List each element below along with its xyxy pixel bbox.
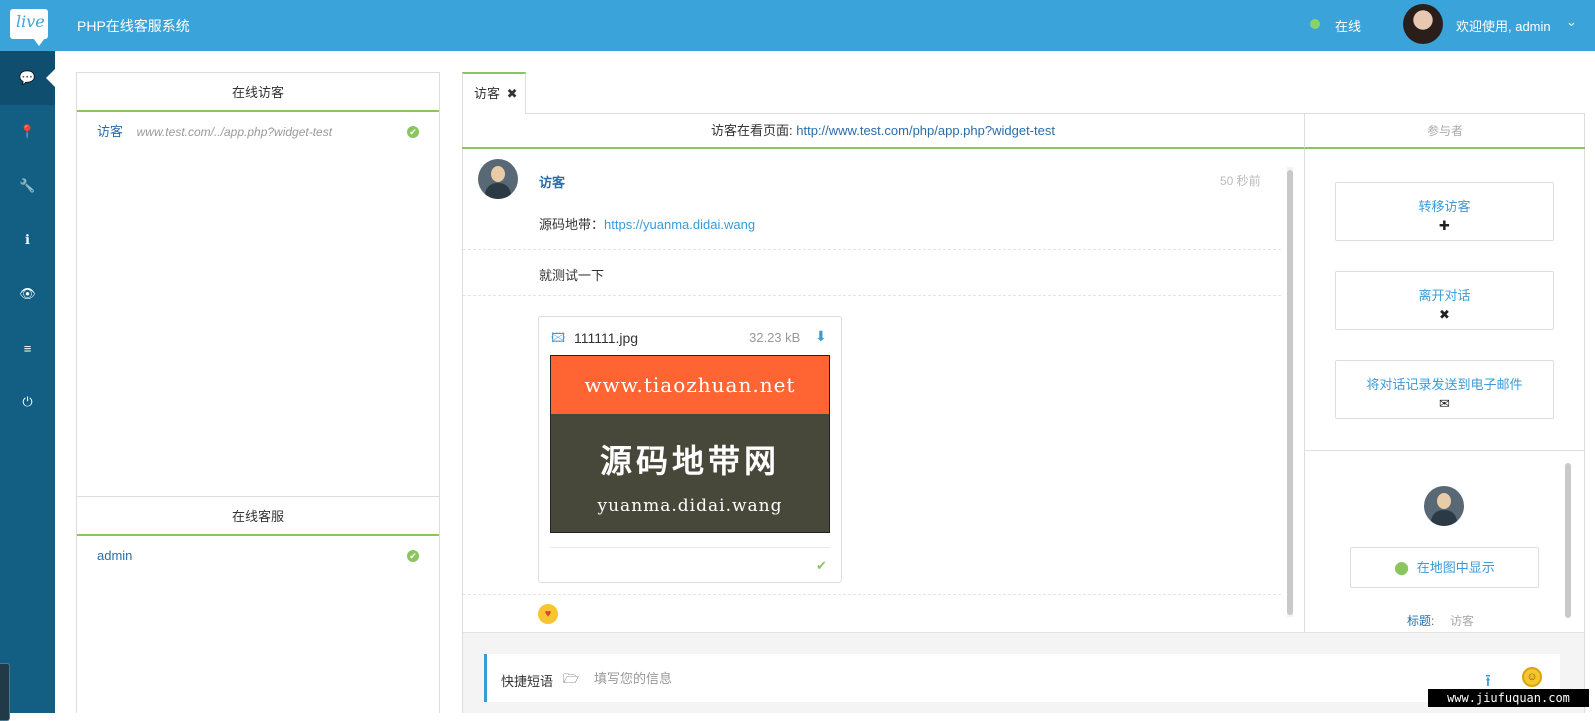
- check-circle-icon: ✔: [407, 126, 419, 138]
- message-prefix: 源码地带：: [539, 217, 605, 232]
- online-visitors-panel: 在线访客 访客 www.test.com/../app.php?widget-t…: [76, 72, 440, 497]
- logo-text: live: [16, 12, 45, 31]
- file-name[interactable]: 111111.jpg: [574, 330, 638, 346]
- folder-open-icon[interactable]: 🗁: [563, 670, 579, 692]
- close-icon: ✖: [1439, 307, 1450, 322]
- envelope-icon: ✉: [1439, 396, 1450, 411]
- visitor-url: www.test.com/../app.php?widget-test: [136, 125, 333, 139]
- image-bottom: 源码地带网 yuanma.didai.wang: [551, 414, 829, 532]
- top-bar: live PHP在线客服系统 在线 欢迎使用, admin ⌄: [0, 0, 1595, 51]
- check-circle-icon: ✔: [407, 550, 419, 562]
- show-on-map-label: 在地图中显示: [1416, 560, 1495, 575]
- file-size: 32.23 kB: [749, 330, 801, 345]
- sidebar-item-watch[interactable]: 👁: [0, 267, 55, 321]
- info-scrollbar-thumb[interactable]: [1565, 463, 1571, 618]
- sidebar-item-logout[interactable]: ⏻: [0, 375, 55, 429]
- transfer-visitor-label: 转移访客: [1418, 199, 1471, 214]
- sidebar-item-info[interactable]: ℹ: [0, 213, 55, 267]
- app-logo[interactable]: live: [10, 9, 48, 46]
- message-divider: [463, 249, 1281, 250]
- online-visitors-title: 在线访客: [77, 73, 439, 112]
- participants-header: 参与者: [1304, 113, 1585, 149]
- image-big-text: 源码地带网: [599, 442, 780, 480]
- download-icon[interactable]: ⬇: [815, 328, 827, 345]
- map-marker-icon: ⬤: [1394, 560, 1409, 575]
- tab-label: 访客: [474, 86, 501, 101]
- user-avatar[interactable]: [1403, 4, 1443, 44]
- visitor-viewing-bar: 访客在看页面: http://www.test.com/php/app.php?…: [462, 113, 1304, 149]
- image-file-icon: 🖾: [551, 330, 566, 345]
- online-status-text[interactable]: 在线: [1335, 16, 1361, 35]
- email-transcript-label: 将对话记录发送到电子邮件: [1366, 377, 1523, 392]
- visitor-name[interactable]: 访客: [97, 124, 123, 139]
- sidebar-item-chat[interactable]: 💬: [0, 51, 55, 105]
- message-input[interactable]: [594, 664, 1374, 692]
- file-divider: [550, 547, 830, 548]
- info-icon: ℹ: [25, 232, 30, 247]
- message-link[interactable]: https://yuanma.didai.wang: [604, 217, 755, 232]
- chat-scrollbar-thumb[interactable]: [1287, 170, 1293, 615]
- visitor-list-item[interactable]: 访客 www.test.com/../app.php?widget-test ✔: [77, 112, 439, 152]
- operator-list-item[interactable]: admin ✔: [77, 536, 439, 576]
- visitor-title-label: 标题:: [1407, 614, 1435, 628]
- plus-icon: ✚: [1439, 218, 1450, 233]
- check-icon: ✔: [816, 558, 827, 573]
- visitor-info-avatar: [1424, 486, 1464, 526]
- sidebar-item-map[interactable]: 📍: [0, 105, 55, 159]
- sidebar: 💬 📍 🔧 ℹ 👁 ≡ ⏻: [0, 51, 55, 721]
- visitor-title-value: 访客: [1450, 614, 1475, 628]
- show-on-map-button[interactable]: ⬤ 在地图中显示: [1350, 547, 1539, 588]
- chevron-down-icon[interactable]: ⌄: [1566, 14, 1577, 30]
- watermark: www.jiufuquan.com: [1428, 689, 1589, 707]
- welcome-text[interactable]: 欢迎使用, admin: [1456, 16, 1551, 35]
- list-icon: ≡: [23, 340, 32, 356]
- file-attachment-card: 🖾 111111.jpg 32.23 kB ⬇ www.tiaozhuan.ne…: [538, 316, 842, 583]
- heart-eyes-emoji-icon: ♥: [538, 604, 558, 624]
- close-icon[interactable]: ✖: [507, 86, 518, 101]
- message-text-2: 就测试一下: [539, 268, 605, 283]
- transfer-visitor-button[interactable]: 转移访客 ✚: [1335, 182, 1554, 241]
- message-author: 访客: [539, 175, 566, 190]
- power-icon: ⏻: [22, 394, 33, 409]
- operator-name[interactable]: admin: [97, 548, 132, 563]
- leave-chat-button[interactable]: 离开对话 ✖: [1335, 271, 1554, 330]
- eye-icon: 👁: [19, 286, 36, 301]
- online-status-dot: [1310, 19, 1320, 29]
- visitor-avatar: [478, 159, 518, 199]
- viewing-url-link[interactable]: http://www.test.com/php/app.php?widget-t…: [796, 123, 1055, 138]
- sidebar-item-history[interactable]: ≡: [0, 321, 55, 375]
- online-operators-panel: 在线客服 admin ✔: [76, 496, 440, 713]
- sidebar-drag-handle[interactable]: [0, 663, 10, 721]
- image-top-text: www.tiaozhuan.net: [551, 356, 829, 414]
- message-divider: [463, 594, 1281, 595]
- file-image-preview[interactable]: www.tiaozhuan.net 源码地带网 yuanma.didai.wan…: [550, 355, 830, 533]
- sidebar-item-settings[interactable]: 🔧: [0, 159, 55, 213]
- wrench-icon: 🔧: [19, 178, 36, 193]
- smiley-icon[interactable]: ☺: [1522, 667, 1542, 687]
- online-operators-title: 在线客服: [77, 497, 439, 536]
- image-small-text: yuanma.didai.wang: [597, 496, 783, 516]
- map-marker-icon: 📍: [19, 124, 36, 139]
- leave-chat-label: 离开对话: [1418, 288, 1471, 303]
- chat-icon: 💬: [19, 70, 36, 85]
- message-time: 50 秒前: [1220, 174, 1261, 188]
- quick-replies-button[interactable]: 快捷短语: [501, 671, 553, 690]
- viewing-label: 访客在看页面:: [711, 123, 793, 138]
- app-title: PHP在线客服系统: [77, 18, 190, 34]
- message-divider: [463, 295, 1281, 296]
- tab-visitor[interactable]: 访客 ✖: [462, 72, 526, 114]
- right-divider: [1305, 450, 1585, 451]
- email-transcript-button[interactable]: 将对话记录发送到电子邮件 ✉: [1335, 360, 1554, 419]
- message-text-1: 源码地带：https://yuanma.didai.wang: [539, 214, 755, 233]
